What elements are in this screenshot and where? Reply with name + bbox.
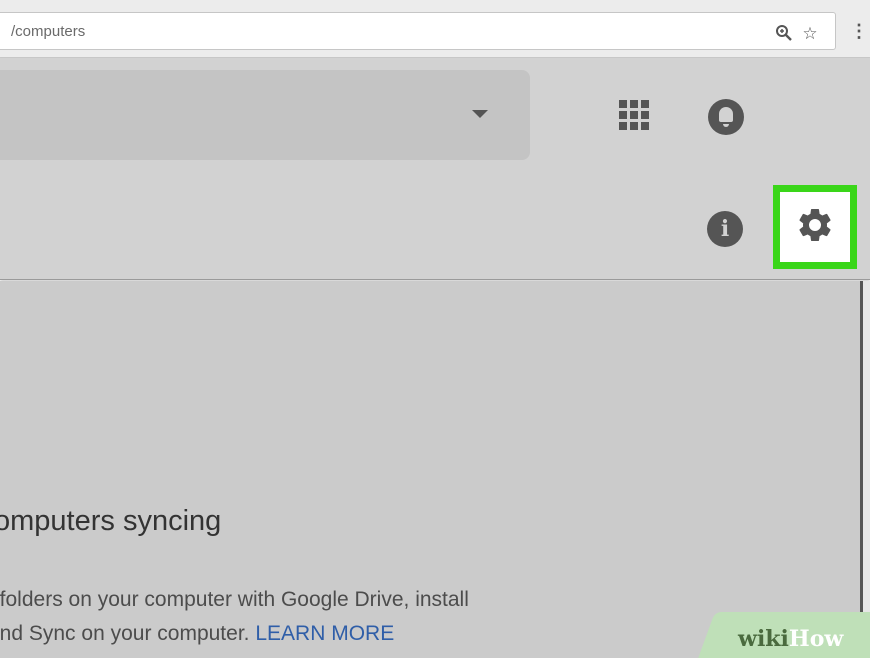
main-content: omputers syncing : folders on your compu… (0, 281, 860, 658)
apps-grid-icon[interactable] (619, 100, 649, 130)
settings-button[interactable] (773, 185, 857, 269)
address-bar[interactable]: /computers ☆ (0, 12, 836, 50)
gear-icon (795, 205, 835, 250)
scrollbar[interactable] (860, 281, 870, 658)
address-bar-url: /computers (11, 23, 86, 40)
caret-down-icon[interactable] (472, 110, 488, 118)
learn-more-link[interactable]: LEARN MORE (255, 622, 394, 645)
search-box[interactable] (0, 70, 530, 160)
description-line-2-text: and Sync on your computer. (0, 622, 250, 645)
info-icon[interactable]: i (707, 211, 743, 247)
bell-icon[interactable] (708, 99, 744, 135)
more-vert-icon[interactable]: ⋮ (850, 20, 868, 42)
star-icon[interactable]: ☆ (799, 22, 821, 44)
description: : folders on your computer with Google D… (0, 583, 588, 651)
browser-toolbar: /computers ☆ ⋮ (0, 0, 870, 58)
watermark-how: How (788, 626, 844, 652)
wikihow-watermark: wikiHow (738, 626, 843, 652)
screenshot: /computers ☆ ⋮ i omputers syncing: fold… (0, 0, 870, 658)
zoom-icon[interactable] (773, 22, 795, 44)
drive-app-bar: i (0, 58, 870, 280)
description-line-1: : folders on your computer with Google D… (0, 588, 469, 611)
page-heading: omputers syncing (0, 505, 222, 537)
description-line-2: and Sync on your computer. LEARN MORE (0, 617, 588, 651)
watermark-wiki: wiki (738, 626, 789, 652)
